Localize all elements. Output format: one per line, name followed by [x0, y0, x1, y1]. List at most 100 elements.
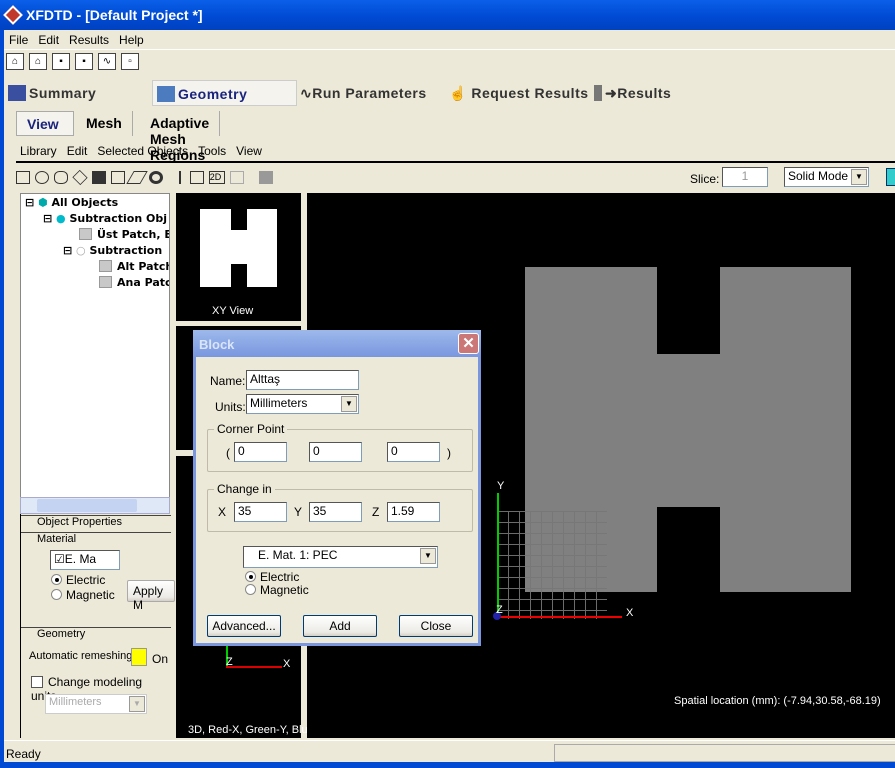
material-header[interactable]: Material	[21, 532, 171, 545]
waveform-icon[interactable]: ∿	[98, 53, 116, 70]
open-project-icon[interactable]: ⌂	[29, 53, 47, 70]
save-as-icon[interactable]: ▪	[75, 53, 93, 70]
tree-item-all-objects[interactable]: ⊟ ⬢ All Objects	[25, 196, 118, 209]
menu-edit[interactable]: Edit	[33, 30, 64, 47]
menu-tools[interactable]: Tools	[198, 144, 226, 158]
tree-item-subtraction-2[interactable]: ⊟ ○ Subtraction	[63, 244, 162, 257]
menu-bar: File Edit Results Help	[4, 30, 895, 50]
main-tabs: Summary Geometry ∿Run Parameters ☝ Reque…	[4, 80, 895, 108]
cone-icon[interactable]	[72, 169, 88, 186]
tab-results[interactable]: ➜Results	[594, 80, 671, 106]
auto-remesh-label: Automatic remeshing	[29, 650, 133, 662]
x-axis	[497, 616, 622, 618]
separator	[179, 171, 182, 184]
material-select[interactable]: ☑E. Ma	[50, 550, 120, 570]
parallelogram-icon[interactable]	[126, 171, 148, 184]
name-field[interactable]: Alttaş	[246, 370, 359, 390]
menu-library[interactable]: Library	[20, 144, 57, 158]
tab-request-results[interactable]: ☝ Request Results	[449, 80, 589, 106]
window-title: XFDTD - [Default Project *]	[26, 7, 203, 23]
wave-icon: ∿	[300, 85, 313, 101]
properties-panel: Object Properties Material ☑E. Ma Electr…	[20, 514, 175, 738]
results-icon	[594, 85, 602, 101]
color-icon[interactable]	[258, 171, 273, 184]
geometry-toolbar: 2D Slice: 1 Solid Mode ▼	[16, 161, 895, 191]
close-button[interactable]: Close	[399, 615, 473, 637]
tab-summary[interactable]: Summary	[8, 80, 96, 106]
change-y-field[interactable]: 35	[309, 502, 362, 522]
save-icon[interactable]: ▪	[52, 53, 70, 70]
tab-geometry[interactable]: Geometry	[152, 80, 297, 106]
menu-help[interactable]: Help	[114, 30, 149, 47]
chevron-down-icon: ▼	[420, 548, 436, 564]
main-toolbar: ⌂ ⌂ ▪ ▪ ∿ ▫	[6, 53, 144, 73]
slice-label: Slice:	[690, 172, 720, 186]
status-pane	[554, 744, 895, 762]
close-icon[interactable]: ✕	[458, 333, 479, 354]
y-axis	[497, 493, 499, 617]
menu-view[interactable]: View	[236, 144, 262, 158]
block-icon[interactable]	[16, 171, 30, 184]
advanced-button[interactable]: Advanced...	[207, 615, 281, 637]
tree-item-ust-patch[interactable]: Üst Patch, E.	[79, 228, 169, 241]
menu-file[interactable]: File	[4, 30, 33, 47]
open-icon[interactable]: ⌂	[6, 53, 24, 70]
document-icon[interactable]: ▫	[121, 53, 139, 70]
subtab-mesh[interactable]: Mesh	[76, 111, 133, 136]
change-z-field[interactable]: 1.59	[387, 502, 440, 522]
material-magnetic-radio[interactable]: Magnetic	[51, 588, 115, 602]
tree-item-alt-patch[interactable]: Alt Patch	[99, 260, 169, 273]
tree-horizontal-scrollbar[interactable]	[20, 497, 170, 514]
tab-run-parameters[interactable]: ∿Run Parameters	[300, 80, 427, 106]
window-border	[0, 30, 4, 768]
tree-item-ana-patch[interactable]: Ana Patch	[99, 276, 169, 289]
helix-icon[interactable]	[92, 171, 106, 184]
geometry-header[interactable]: Geometry	[21, 627, 171, 640]
rectangle-icon[interactable]	[111, 171, 125, 184]
change-x-field[interactable]: 35	[234, 502, 287, 522]
spatial-location-readout: Spatial location (mm): (-7.94,30.58,-68.…	[674, 695, 881, 707]
spiral-icon[interactable]	[149, 171, 163, 184]
3d-view-label: 3D, Red-X, Green-Y, Blu	[188, 724, 308, 736]
2d-icon[interactable]: 2D	[208, 171, 225, 184]
chevron-down-icon: ▼	[341, 396, 357, 412]
slice-spinner[interactable]: 1	[722, 167, 768, 187]
units-select[interactable]: Millimeters ▼	[246, 394, 359, 414]
window-border	[0, 762, 895, 768]
status-bar: Ready	[4, 740, 895, 762]
corner-y-field[interactable]: 0	[309, 442, 362, 462]
corner-z-field[interactable]: 0	[387, 442, 440, 462]
tree-item-subtraction[interactable]: ⊟ ● Subtraction Obj	[43, 212, 167, 225]
cube-icon	[157, 86, 175, 102]
mesh-grid	[497, 511, 607, 619]
wireframe-icon[interactable]	[229, 171, 244, 184]
cylinder-icon[interactable]	[54, 171, 68, 184]
material-electric-radio[interactable]: Electric	[51, 573, 105, 587]
magnetic-radio[interactable]: Magnetic	[245, 583, 309, 597]
menu-selected-objects[interactable]: Selected Objects	[97, 144, 188, 158]
menu-geo-edit[interactable]: Edit	[67, 144, 88, 158]
menu-results[interactable]: Results	[64, 30, 114, 47]
object-properties-header[interactable]: Object Properties	[21, 515, 171, 528]
corner-x-field[interactable]: 0	[234, 442, 287, 462]
dialog-title-bar[interactable]: Block ✕	[193, 330, 481, 357]
modeling-units-select[interactable]: Millimeters ▼	[45, 694, 147, 714]
xy-view[interactable]: XY View	[176, 193, 301, 321]
electric-radio[interactable]: Electric	[245, 570, 299, 584]
render-mode-select[interactable]: Solid Mode ▼	[784, 167, 869, 187]
apply-material-button[interactable]: Apply M	[127, 580, 175, 612]
material-select[interactable]: E. Mat. 1: PEC ▼	[243, 546, 438, 568]
add-button[interactable]: Add	[303, 615, 377, 637]
lightbulb-icon[interactable]	[131, 648, 147, 666]
hand-icon: ☝	[449, 85, 467, 101]
home-icon[interactable]	[886, 168, 895, 186]
object-tree[interactable]: ⊟ ⬢ All Objects ⊟ ● Subtraction Obj Üst …	[20, 193, 170, 513]
status-text: Ready	[6, 747, 41, 761]
port-icon[interactable]	[189, 171, 204, 184]
summary-icon	[8, 85, 26, 101]
title-bar: XFDTD - [Default Project *]	[0, 0, 895, 30]
sphere-icon[interactable]	[35, 171, 49, 184]
subtab-adaptive-mesh-regions[interactable]: Adaptive Mesh Regions	[140, 111, 221, 163]
subtab-view[interactable]: View	[16, 111, 74, 136]
geometry-menu: Library Edit Selected Objects Tools View	[20, 144, 272, 158]
